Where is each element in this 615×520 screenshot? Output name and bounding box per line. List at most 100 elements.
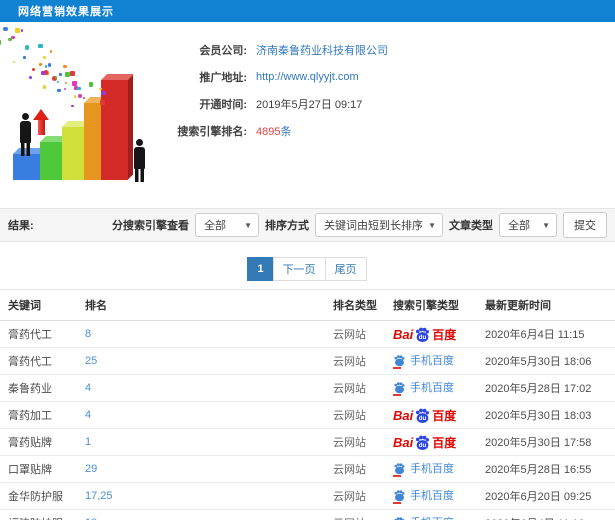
confetti-dot bbox=[82, 96, 86, 99]
keyword-cell: 口罩贴牌 bbox=[0, 455, 77, 483]
rank-cell[interactable]: 1 bbox=[77, 428, 325, 456]
confetti-dot bbox=[43, 56, 47, 60]
baidu-paw-icon: du bbox=[416, 408, 430, 423]
table-row: 金华防护服 17,25 云网站 手机百度 2020年6月20日 09:25 bbox=[0, 482, 615, 510]
rank-cell[interactable]: 10 bbox=[77, 509, 325, 520]
sort-filter-value: 关键词由短到长排序 bbox=[324, 220, 423, 232]
window-titlebar: 网络营销效果展示 bbox=[0, 0, 615, 22]
baidu-paw-icon: du bbox=[416, 435, 430, 450]
baidu-paw-icon: du bbox=[416, 327, 430, 342]
table-row: 膏药加工 4 云网站 Bai du 百度 2020年5月30日 18:03 bbox=[0, 401, 615, 429]
confetti-dot bbox=[40, 71, 46, 76]
marketing-report-page: 网络营销效果展示 会员公司: 济南秦鲁药业科技有限公司 推广地址: http:/… bbox=[0, 0, 615, 520]
rank-type-cell: 云网站 bbox=[325, 401, 385, 429]
engine-type-cell: Bai du 百度 bbox=[385, 401, 477, 429]
update-time-cell: 2020年6月4日 11:10 bbox=[477, 509, 615, 520]
next-page-button[interactable]: 下一页 bbox=[272, 257, 326, 281]
table-row: 福建防护服 10 云网站 手机百度 2020年6月4日 11:10 bbox=[0, 509, 615, 520]
baidu-wordmark: Bai bbox=[393, 434, 414, 450]
submit-button[interactable]: 提交 bbox=[563, 212, 607, 238]
update-time-cell: 2020年5月30日 18:06 bbox=[477, 347, 615, 375]
mobile-baidu-icon bbox=[393, 381, 406, 396]
table-header-row: 关键词 排名 排名类型 搜索引擎类型 最新更新时间 bbox=[0, 289, 615, 321]
chevron-down-icon: ▼ bbox=[428, 220, 436, 230]
baidu-wordmark: Bai bbox=[393, 326, 414, 342]
confetti-dot bbox=[14, 28, 20, 34]
engine-type-cell: Bai du 百度 bbox=[385, 428, 477, 456]
update-time-cell: 2020年5月28日 17:02 bbox=[477, 374, 615, 402]
confetti-dot bbox=[50, 50, 53, 53]
mobile-baidu-label: 手机百度 bbox=[410, 382, 454, 395]
baidu-paw-icon bbox=[394, 516, 405, 520]
baidu-paw-icon bbox=[394, 489, 405, 502]
col-header-rank: 排名 bbox=[77, 289, 325, 321]
confetti-dot bbox=[71, 104, 74, 108]
confetti-dot bbox=[39, 63, 42, 67]
member-company-value[interactable]: 济南秦鲁药业科技有限公司 bbox=[256, 42, 388, 58]
promo-url-value[interactable]: http://www.qlyyjt.com bbox=[256, 71, 359, 83]
baidu-cn-wordmark: 百度 bbox=[432, 408, 457, 423]
rank-cell[interactable]: 4 bbox=[77, 374, 325, 402]
confetti-dot bbox=[38, 43, 43, 49]
keyword-cell: 膏药代工 bbox=[0, 320, 77, 348]
update-time-cell: 2020年6月4日 11:15 bbox=[477, 320, 615, 348]
confetti-dot bbox=[65, 81, 68, 84]
member-company-label: 会员公司: bbox=[199, 44, 247, 57]
promo-url-row: 推广地址: http://www.qlyyjt.com bbox=[170, 63, 615, 90]
mobile-baidu-logo: 手机百度 bbox=[393, 379, 454, 396]
baidu-paw-icon bbox=[394, 354, 405, 367]
summary-section: 会员公司: 济南秦鲁药业科技有限公司 推广地址: http://www.qlyy… bbox=[0, 22, 615, 190]
confetti-dot bbox=[12, 60, 16, 64]
confetti-dot bbox=[47, 62, 52, 67]
rank-cell[interactable]: 17,25 bbox=[77, 482, 325, 510]
confetti-dot bbox=[100, 100, 106, 105]
rank-cell[interactable]: 8 bbox=[77, 320, 325, 348]
rank-cell[interactable]: 25 bbox=[77, 347, 325, 375]
baidu-logo: Bai du 百度 bbox=[393, 326, 456, 343]
chevron-down-icon: ▼ bbox=[542, 220, 550, 230]
type-filter-value: 全部 bbox=[508, 220, 530, 232]
table-row: 口罩贴牌 29 云网站 手机百度 2020年5月28日 16:55 bbox=[0, 455, 615, 483]
engine-filter-select[interactable]: 全部 ▼ bbox=[195, 213, 259, 237]
businessman-figure bbox=[20, 113, 31, 156]
rank-type-cell: 云网站 bbox=[325, 482, 385, 510]
confetti-dot bbox=[88, 81, 94, 87]
baidu-paw-icon bbox=[394, 462, 405, 475]
confetti-dot bbox=[76, 86, 81, 91]
filter-bar: 结果: 分搜索引擎查看 全部 ▼ 排序方式 关键词由短到长排序 ▼ 文章类型 全… bbox=[0, 208, 615, 242]
ranking-count-unit: 条 bbox=[280, 125, 292, 138]
confetti-dot bbox=[74, 95, 77, 98]
chevron-down-icon: ▼ bbox=[244, 220, 252, 230]
rank-type-cell: 云网站 bbox=[325, 428, 385, 456]
svg-text:du: du bbox=[419, 334, 427, 341]
confetti-dot bbox=[42, 85, 47, 89]
confetti-dot bbox=[63, 87, 67, 91]
confetti-dot bbox=[78, 93, 83, 99]
col-header-engine-type: 搜索引擎类型 bbox=[385, 289, 477, 321]
keyword-cell: 膏药加工 bbox=[0, 401, 77, 429]
filter-controls: 分搜索引擎查看 全部 ▼ 排序方式 关键词由短到长排序 ▼ 文章类型 全部 ▼ … bbox=[112, 212, 607, 238]
type-filter-label: 文章类型 bbox=[449, 220, 493, 232]
update-time-cell: 2020年5月28日 16:55 bbox=[477, 455, 615, 483]
rank-type-cell: 云网站 bbox=[325, 455, 385, 483]
chart-bar-5 bbox=[101, 74, 134, 180]
confetti-dot bbox=[56, 80, 59, 84]
ranking-count-number: 4895 bbox=[256, 125, 281, 138]
open-time-row: 开通时间: 2019年5月27日 09:17 bbox=[170, 90, 615, 117]
confetti-dot bbox=[59, 73, 63, 77]
update-time-cell: 2020年5月30日 17:58 bbox=[477, 428, 615, 456]
rank-cell[interactable]: 29 bbox=[77, 455, 325, 483]
pagination: 1 下一页 尾页 bbox=[0, 257, 615, 281]
last-page-button[interactable]: 尾页 bbox=[324, 257, 367, 281]
confetti-dot bbox=[44, 65, 48, 69]
page-1-button[interactable]: 1 bbox=[247, 257, 274, 281]
rank-type-cell: 云网站 bbox=[325, 320, 385, 348]
type-filter-select[interactable]: 全部 ▼ bbox=[499, 213, 557, 237]
sort-filter-select[interactable]: 关键词由短到长排序 ▼ bbox=[315, 213, 443, 237]
engine-type-cell: 手机百度 bbox=[385, 455, 477, 483]
rank-cell[interactable]: 4 bbox=[77, 401, 325, 429]
confetti-dot bbox=[69, 70, 75, 76]
mobile-baidu-icon bbox=[393, 516, 406, 520]
table-row: 秦鲁药业 4 云网站 手机百度 2020年5月28日 17:02 bbox=[0, 374, 615, 402]
col-header-keyword: 关键词 bbox=[0, 289, 77, 321]
